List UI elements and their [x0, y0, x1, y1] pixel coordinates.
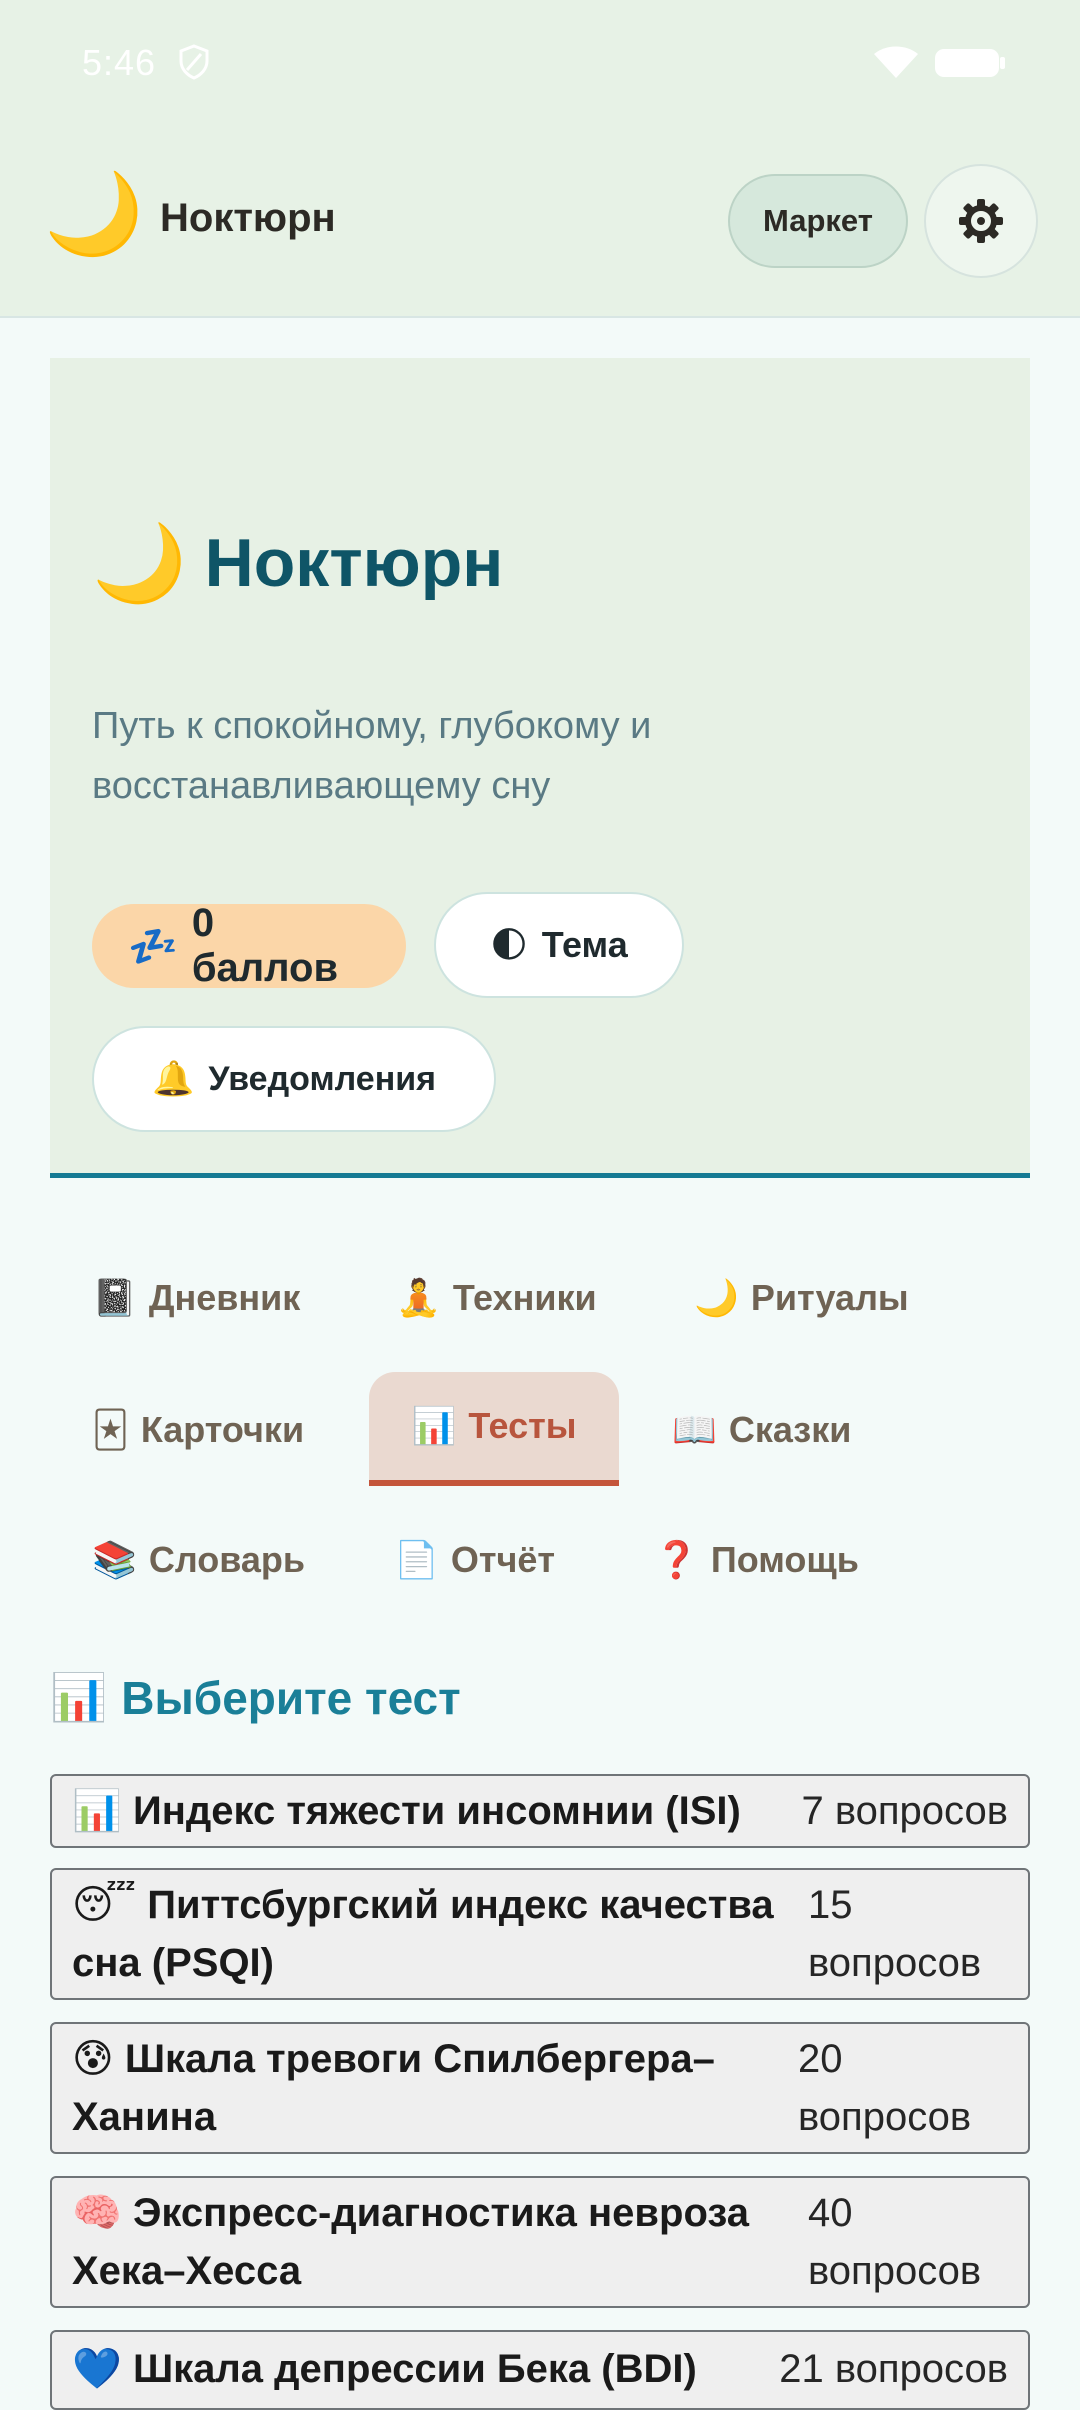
tab-diary[interactable]: 📓 Дневник — [50, 1242, 342, 1354]
anxious-face-icon: 😰 — [72, 2036, 114, 2082]
bar-chart-icon: 📊 — [50, 1670, 108, 1724]
tab-tests[interactable]: 📊 Тесты — [369, 1372, 619, 1486]
bar-chart-icon: 📊 — [72, 1788, 122, 1834]
moon-logo-icon: 🌙 — [44, 167, 144, 260]
test-name-text: Шкала депрессии Бека (BDI) — [132, 2347, 697, 2391]
zzz-icon: 💤 — [128, 923, 178, 970]
tab-label: Сказки — [728, 1409, 852, 1450]
test-name-text: Экспресс-диагностика невроза Хека–Хесса — [72, 2191, 749, 2293]
score-label: 0 баллов — [191, 901, 339, 990]
moon-icon: 🌙 — [694, 1278, 739, 1319]
status-time: 5:46 — [82, 42, 157, 83]
test-question-count: 15 вопросов — [808, 1883, 982, 1985]
test-name-text: Индекс тяжести инсомнии (ISI) — [132, 1789, 741, 1833]
tab-label: Техники — [452, 1277, 597, 1318]
wifi-icon — [874, 46, 918, 78]
test-question-count: 7 вопросов — [801, 1789, 1008, 1833]
test-item-psqi[interactable]: 😴 Питтсбургский индекс качества сна (PSQ… — [50, 1868, 1030, 2000]
test-item-spielberger[interactable]: 😰 Шкала тревоги Спилбергера–Ханина 20 во… — [50, 2022, 1030, 2154]
test-name: 😴 Питтсбургский индекс качества сна (PSQ… — [72, 1876, 788, 1992]
blue-heart-icon: 💙 — [72, 2346, 122, 2392]
book-icon: 📖 — [672, 1410, 717, 1451]
test-name: 🧠 Экспресс-диагностика невроза Хека–Хесс… — [72, 2184, 788, 2300]
theme-label: Тема — [541, 924, 628, 965]
section-title: 📊 Выберите тест — [50, 1670, 461, 1725]
notifications-button[interactable]: 🔔 Уведомления — [92, 1026, 496, 1132]
question-icon: ❓ — [654, 1540, 699, 1581]
bell-icon: 🔔 — [152, 1059, 195, 1099]
tab-label: Дневник — [148, 1277, 301, 1318]
tab-report[interactable]: 📄 Отчёт — [352, 1504, 597, 1616]
card-icon: 🃏 — [92, 1409, 129, 1451]
test-name: 💙 Шкала депрессии Бека (BDI) — [72, 2340, 697, 2398]
brain-icon: 🧠 — [72, 2190, 122, 2236]
tab-label: Помощь — [710, 1539, 859, 1580]
tab-help[interactable]: ❓ Помощь — [612, 1504, 901, 1616]
market-button[interactable]: Маркет — [728, 174, 908, 268]
battery-icon — [935, 49, 1005, 77]
bar-chart-icon: 📊 — [411, 1406, 457, 1447]
sleepy-face-icon: 😴 — [72, 1882, 137, 1928]
gear-icon — [959, 199, 1003, 243]
tab-rituals[interactable]: 🌙 Ритуалы — [652, 1242, 951, 1354]
notebook-icon: 📓 — [92, 1278, 137, 1319]
tab-label: Словарь — [148, 1539, 306, 1580]
test-name: 😰 Шкала тревоги Спилбергера–Ханина — [72, 2030, 772, 2146]
status-bar: 5:46 — [0, 0, 1080, 130]
books-icon: 📚 — [92, 1540, 137, 1581]
moon-icon: 🌙 — [92, 518, 187, 607]
theme-button[interactable]: 🌓 Тема — [434, 892, 684, 998]
shield-icon — [179, 44, 209, 80]
meditation-icon: 🧘 — [396, 1278, 441, 1319]
tab-dictionary[interactable]: 📚 Словарь — [50, 1504, 347, 1616]
hero-subtitle: Путь к спокойному, глубокому и восстанав… — [92, 705, 652, 807]
app-title: Ноктюрн — [160, 196, 336, 240]
test-item-bdi[interactable]: 💙 Шкала депрессии Бека (BDI) 21 вопросов — [50, 2330, 1030, 2410]
app-header: 🌙 Ноктюрн Маркет — [0, 130, 1080, 318]
tab-label: Отчёт — [450, 1539, 556, 1580]
score-badge: 💤 0 баллов — [92, 901, 406, 990]
section-title-text: Выберите тест — [121, 1671, 461, 1724]
test-name-text: Питтсбургский индекс качества сна (PSQI) — [72, 1883, 774, 1985]
tab-label: Тесты — [468, 1405, 577, 1446]
document-icon: 📄 — [394, 1540, 439, 1581]
tab-label: Ритуалы — [750, 1277, 909, 1318]
notifications-label: Уведомления — [208, 1059, 436, 1098]
hero-card: 🌙 Ноктюрн Путь к спокойному, глубокому и… — [50, 358, 1030, 1178]
test-item-isi[interactable]: 📊 Индекс тяжести инсомнии (ISI) 7 вопрос… — [50, 1774, 1030, 1848]
tab-techniques[interactable]: 🧘 Техники — [354, 1242, 639, 1354]
test-name-text: Шкала тревоги Спилбергера–Ханина — [72, 2037, 715, 2139]
test-name: 📊 Индекс тяжести инсомнии (ISI) — [72, 1782, 741, 1840]
tab-label: Карточки — [140, 1409, 305, 1450]
test-question-count: 20 вопросов — [798, 2037, 972, 2139]
tab-tales[interactable]: 📖 Сказки — [630, 1374, 893, 1486]
half-moon-icon: 🌓 — [490, 924, 528, 966]
test-question-count: 40 вопросов — [808, 2191, 982, 2293]
hero-title-text: Ноктюрн — [204, 525, 504, 601]
test-question-count: 21 вопросов — [779, 2347, 1008, 2391]
test-item-hek-hess[interactable]: 🧠 Экспресс-диагностика невроза Хека–Хесс… — [50, 2176, 1030, 2308]
settings-button[interactable] — [924, 164, 1038, 278]
tab-cards[interactable]: 🃏 Карточки — [50, 1374, 346, 1486]
hero-title: 🌙 Ноктюрн — [92, 518, 503, 608]
